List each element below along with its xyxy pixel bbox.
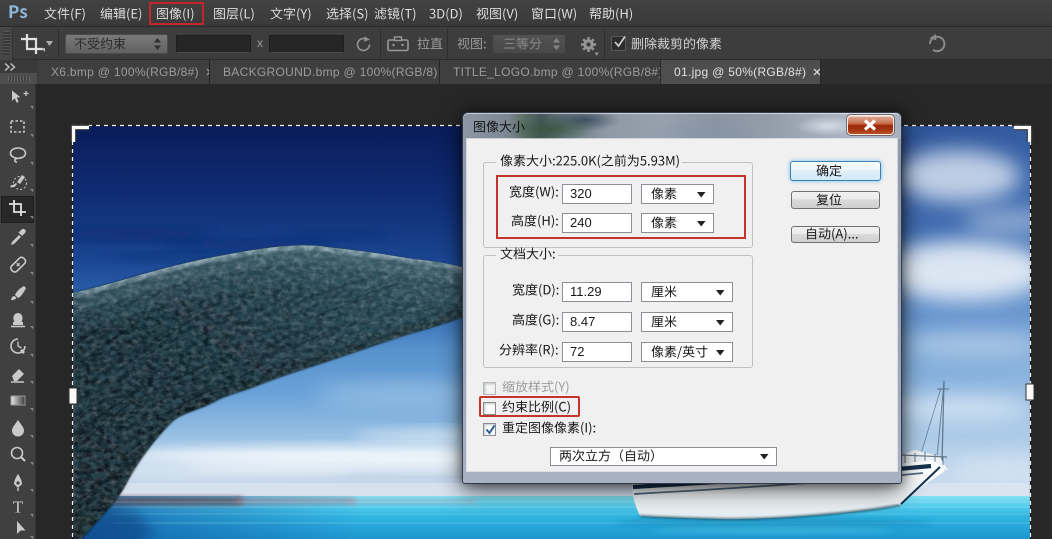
svg-text:T: T [13,498,24,517]
